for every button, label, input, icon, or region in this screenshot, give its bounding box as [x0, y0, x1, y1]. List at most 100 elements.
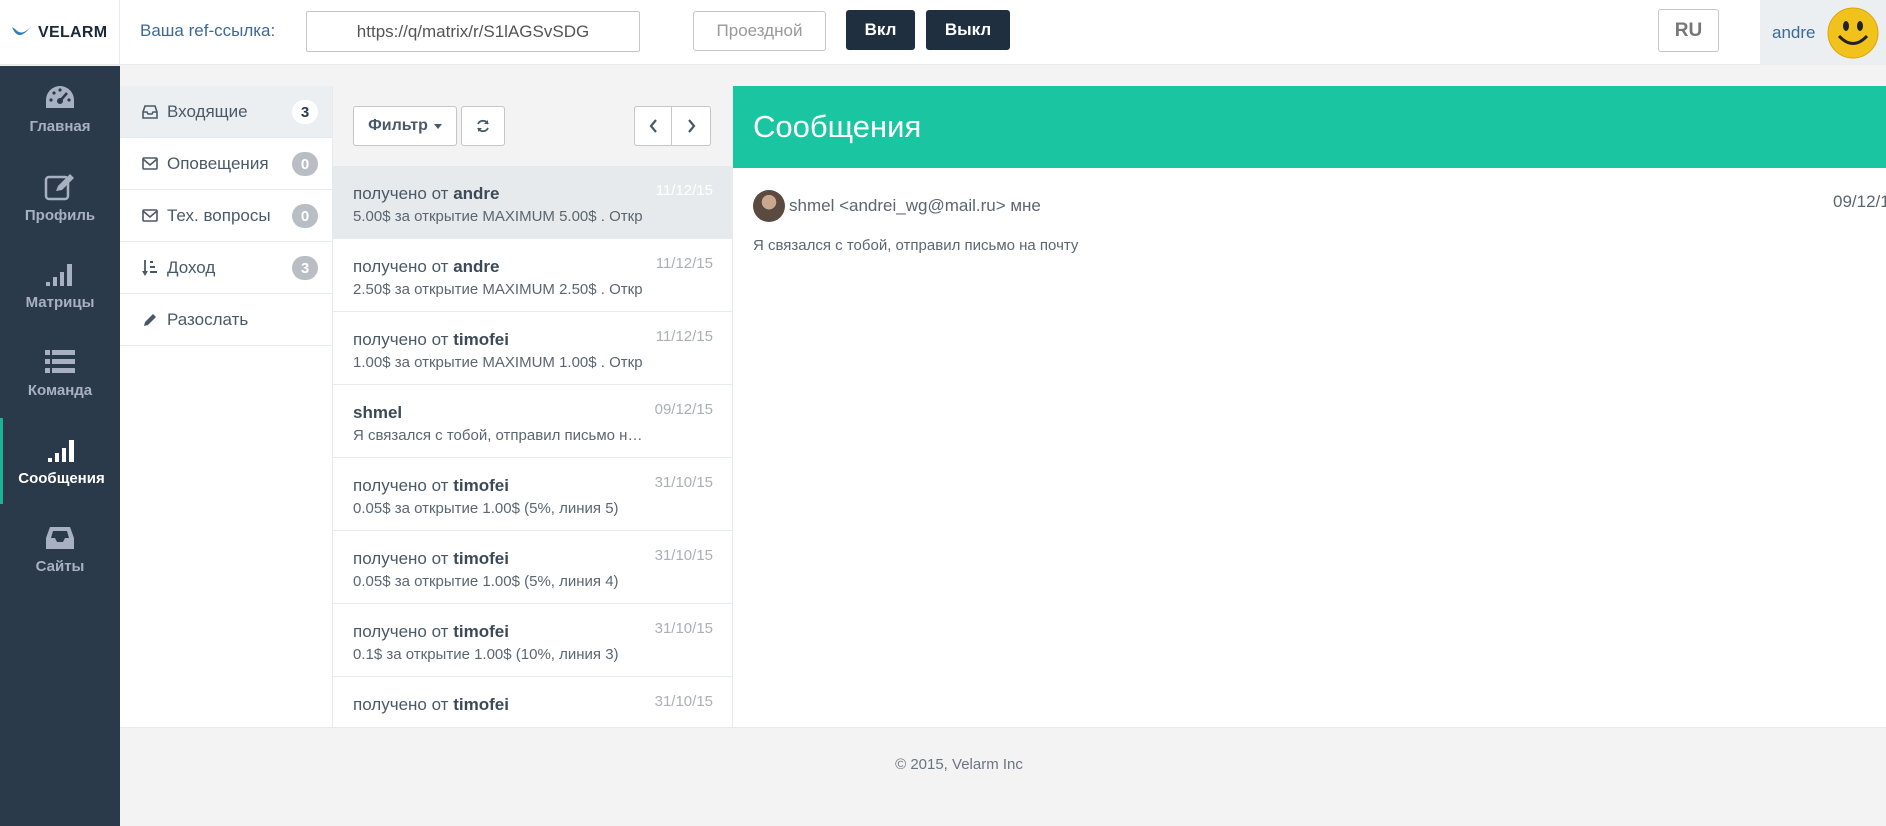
dashboard-icon [46, 85, 74, 108]
message-date: 31/10/15 [654, 620, 713, 637]
sender-name: shmel [353, 403, 403, 422]
on-button[interactable]: Вкл [846, 10, 915, 50]
signal-icon [46, 263, 72, 286]
folder-inbox[interactable]: Входящие 3 [120, 86, 332, 138]
refresh-button[interactable] [461, 106, 505, 146]
message-date: 31/10/15 [654, 474, 713, 491]
message-item[interactable]: shmel Я связался с тобой, отправил письм… [333, 385, 732, 458]
nav-item-messages[interactable]: Сообщения [0, 418, 120, 504]
message-item[interactable]: получено от timofei 0.1$ за открытие 1.0… [333, 604, 732, 677]
ref-link-input[interactable] [306, 11, 640, 52]
sender-name: timofei [453, 622, 509, 641]
unread-badge: 3 [292, 100, 318, 124]
envelope-icon [142, 157, 158, 170]
reader-header: Сообщения [733, 86, 1886, 168]
folder-label: Разослать [167, 309, 249, 329]
caret-down-icon [433, 123, 442, 129]
sender-name: timofei [453, 549, 509, 568]
folder-notifications[interactable]: Оповещения 0 [120, 138, 332, 190]
pass-button[interactable]: Проездной [693, 11, 826, 51]
main-sidebar: Главная Профиль Матрицы Команда Сообщени… [0, 66, 120, 826]
sender-name: timofei [453, 330, 509, 349]
user-menu[interactable]: andre [1760, 0, 1886, 65]
message-date: 31/10/15 [654, 547, 713, 564]
message-date: 11/12/15 [655, 255, 713, 272]
message-preview: 0.1$ за открытие 1.00$ (10%, линия 3) [353, 646, 619, 663]
sender-row: shmel <andrei_wg@mail.ru> мне [753, 190, 1041, 222]
sender-name: andre [453, 257, 500, 276]
message-item[interactable]: получено от timofei 0.05$ за открытие 1.… [333, 531, 732, 604]
folder-label: Входящие [167, 101, 248, 121]
nav-label: Главная [29, 117, 91, 135]
inbox-icon [46, 526, 74, 549]
folder-panel: Входящие 3 Оповещения 0 Тех. вопросы 0 Д… [120, 86, 333, 727]
ref-link-label: Ваша ref-ссылка: [140, 21, 276, 40]
nav-item-team[interactable]: Команда [0, 330, 120, 416]
message-body: Я связался с тобой, отправил письмо на п… [753, 237, 1079, 254]
refresh-icon [477, 119, 489, 133]
message-preview: 1.00$ за открытие MAXIMUM 1.00$ . Откр [353, 354, 643, 371]
message-item[interactable]: получено от timofei 0.05$ за открытие 1.… [333, 458, 732, 531]
inbox-icon [142, 104, 158, 119]
message-date: 31/10/15 [654, 693, 713, 710]
off-button[interactable]: Выкл [926, 10, 1010, 50]
folder-label: Тех. вопросы [167, 205, 271, 225]
next-page-button[interactable] [671, 106, 711, 146]
envelope-icon [142, 209, 158, 222]
sender-name: timofei [453, 695, 509, 714]
message-date: 09/12/15 [1833, 192, 1886, 211]
nav-label: Сообщения [18, 469, 105, 487]
message-preview: Я связался с тобой, отправил письмо на п… [353, 427, 643, 444]
message-item[interactable]: получено от andre 2.50$ за открытие MAXI… [333, 239, 732, 312]
sender-address: shmel <andrei_wg@mail.ru> мне [789, 196, 1041, 215]
count-badge: 0 [292, 204, 318, 228]
message-item[interactable]: получено от timofei 31/10/15 [333, 677, 732, 727]
folder-label: Оповещения [167, 153, 269, 173]
message-item[interactable]: получено от andre 5.00$ за открытие MAXI… [333, 166, 732, 239]
message-preview: 0.05$ за открытие 1.00$ (5%, линия 5) [353, 500, 619, 517]
nav-label: Команда [27, 381, 93, 399]
message-preview: 0.05$ за открытие 1.00$ (5%, линия 4) [353, 573, 619, 590]
nav-item-home[interactable]: Главная [0, 66, 120, 152]
sender-name: andre [453, 184, 500, 203]
count-badge: 0 [292, 152, 318, 176]
folder-broadcast[interactable]: Разослать [120, 294, 332, 346]
sender-avatar [753, 190, 785, 222]
message-preview: 2.50$ за открытие MAXIMUM 2.50$ . Откр [353, 281, 643, 298]
message-date: 11/12/15 [655, 182, 713, 199]
message-list: Фильтр получено от andre 5.00$ за открыт… [333, 86, 733, 727]
nav-item-profile[interactable]: Профиль [0, 154, 120, 240]
nav-item-sites[interactable]: Сайты [0, 506, 120, 592]
chevron-left-icon [649, 119, 657, 133]
brand-logo[interactable]: VELARM [0, 0, 120, 65]
folder-income[interactable]: Доход 3 [120, 242, 332, 294]
folder-label: Доход [167, 257, 216, 277]
username: andre [1772, 22, 1816, 42]
avatar [1827, 7, 1879, 58]
signal-icon [47, 439, 74, 462]
folder-tech-support[interactable]: Тех. вопросы 0 [120, 190, 332, 242]
nav-label: Матрицы [25, 293, 95, 311]
message-preview: 5.00$ за открытие MAXIMUM 5.00$ . Откр [353, 208, 643, 225]
velarm-logo-icon [12, 24, 32, 35]
list-toolbar: Фильтр [333, 86, 732, 166]
filter-label: Фильтр [368, 117, 428, 134]
brand-name: VELARM [38, 23, 108, 41]
prev-page-button[interactable] [634, 106, 672, 146]
edit-icon [44, 173, 74, 200]
nav-item-matrices[interactable]: Матрицы [0, 242, 120, 328]
language-button[interactable]: RU [1658, 9, 1719, 52]
sort-icon [142, 259, 157, 276]
top-bar: VELARM Ваша ref-ссылка: Проездной Вкл Вы… [0, 0, 1886, 65]
copyright: © 2015, Velarm Inc [895, 756, 1023, 773]
nav-label: Профиль [24, 206, 96, 224]
message-item[interactable]: получено от timofei 1.00$ за открытие MA… [333, 312, 732, 385]
page-title: Сообщения [753, 109, 922, 144]
pencil-icon [144, 313, 156, 326]
filter-dropdown[interactable]: Фильтр [353, 106, 457, 146]
footer: © 2015, Velarm Inc [120, 727, 1886, 826]
message-date: 11/12/15 [655, 328, 713, 345]
sender-name: timofei [453, 476, 509, 495]
list-icon [45, 349, 75, 373]
nav-label: Сайты [35, 557, 85, 575]
